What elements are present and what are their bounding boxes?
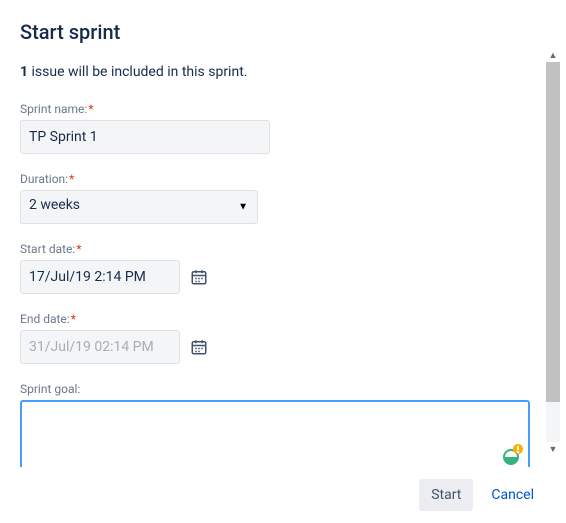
cancel-button[interactable]: Cancel bbox=[479, 479, 546, 511]
scrollbar-up-arrow[interactable]: ▲ bbox=[546, 48, 560, 62]
scrollbar-thumb[interactable] bbox=[546, 62, 560, 402]
start-date-label: Start date:* bbox=[20, 242, 542, 256]
sprint-name-input[interactable] bbox=[20, 120, 270, 154]
issue-count-text: 1 issue will be included in this sprint. bbox=[20, 64, 542, 80]
duration-label-text: Duration: bbox=[20, 172, 68, 186]
scrollbar-down-arrow[interactable]: ▼ bbox=[546, 442, 560, 456]
required-asterisk: * bbox=[71, 312, 76, 326]
required-asterisk: * bbox=[88, 102, 93, 116]
start-date-label-text: Start date: bbox=[20, 242, 75, 256]
field-duration: Duration:* 2 weeks ▼ bbox=[20, 172, 542, 224]
dialog-title: Start sprint bbox=[20, 20, 542, 44]
required-asterisk: * bbox=[76, 242, 81, 256]
end-date-label-text: End date: bbox=[20, 312, 70, 326]
duration-label: Duration:* bbox=[20, 172, 542, 186]
sprint-goal-label: Sprint goal: bbox=[20, 382, 542, 396]
end-date-label: End date:* bbox=[20, 312, 542, 326]
calendar-icon[interactable] bbox=[190, 268, 208, 286]
start-date-input[interactable] bbox=[20, 260, 180, 294]
sprint-name-label: Sprint name:* bbox=[20, 102, 542, 116]
required-asterisk: * bbox=[69, 172, 74, 186]
calendar-icon[interactable] bbox=[190, 338, 208, 356]
dialog-footer: Start Cancel bbox=[0, 467, 566, 523]
help-badge-icon[interactable] bbox=[498, 443, 524, 461]
sprint-name-label-text: Sprint name: bbox=[20, 102, 87, 116]
issue-count-suffix: issue will be included in this sprint. bbox=[28, 64, 247, 80]
field-sprint-name: Sprint name:* bbox=[20, 102, 542, 154]
dialog-body: Start sprint 1 issue will be included in… bbox=[0, 0, 566, 463]
end-date-input bbox=[20, 330, 180, 364]
duration-select[interactable]: 2 weeks bbox=[20, 190, 258, 224]
field-end-date: End date:* bbox=[20, 312, 542, 364]
scrollbar-track[interactable] bbox=[546, 62, 560, 442]
issue-count-number: 1 bbox=[20, 64, 28, 80]
field-start-date: Start date:* bbox=[20, 242, 542, 294]
start-button[interactable]: Start bbox=[419, 479, 473, 511]
